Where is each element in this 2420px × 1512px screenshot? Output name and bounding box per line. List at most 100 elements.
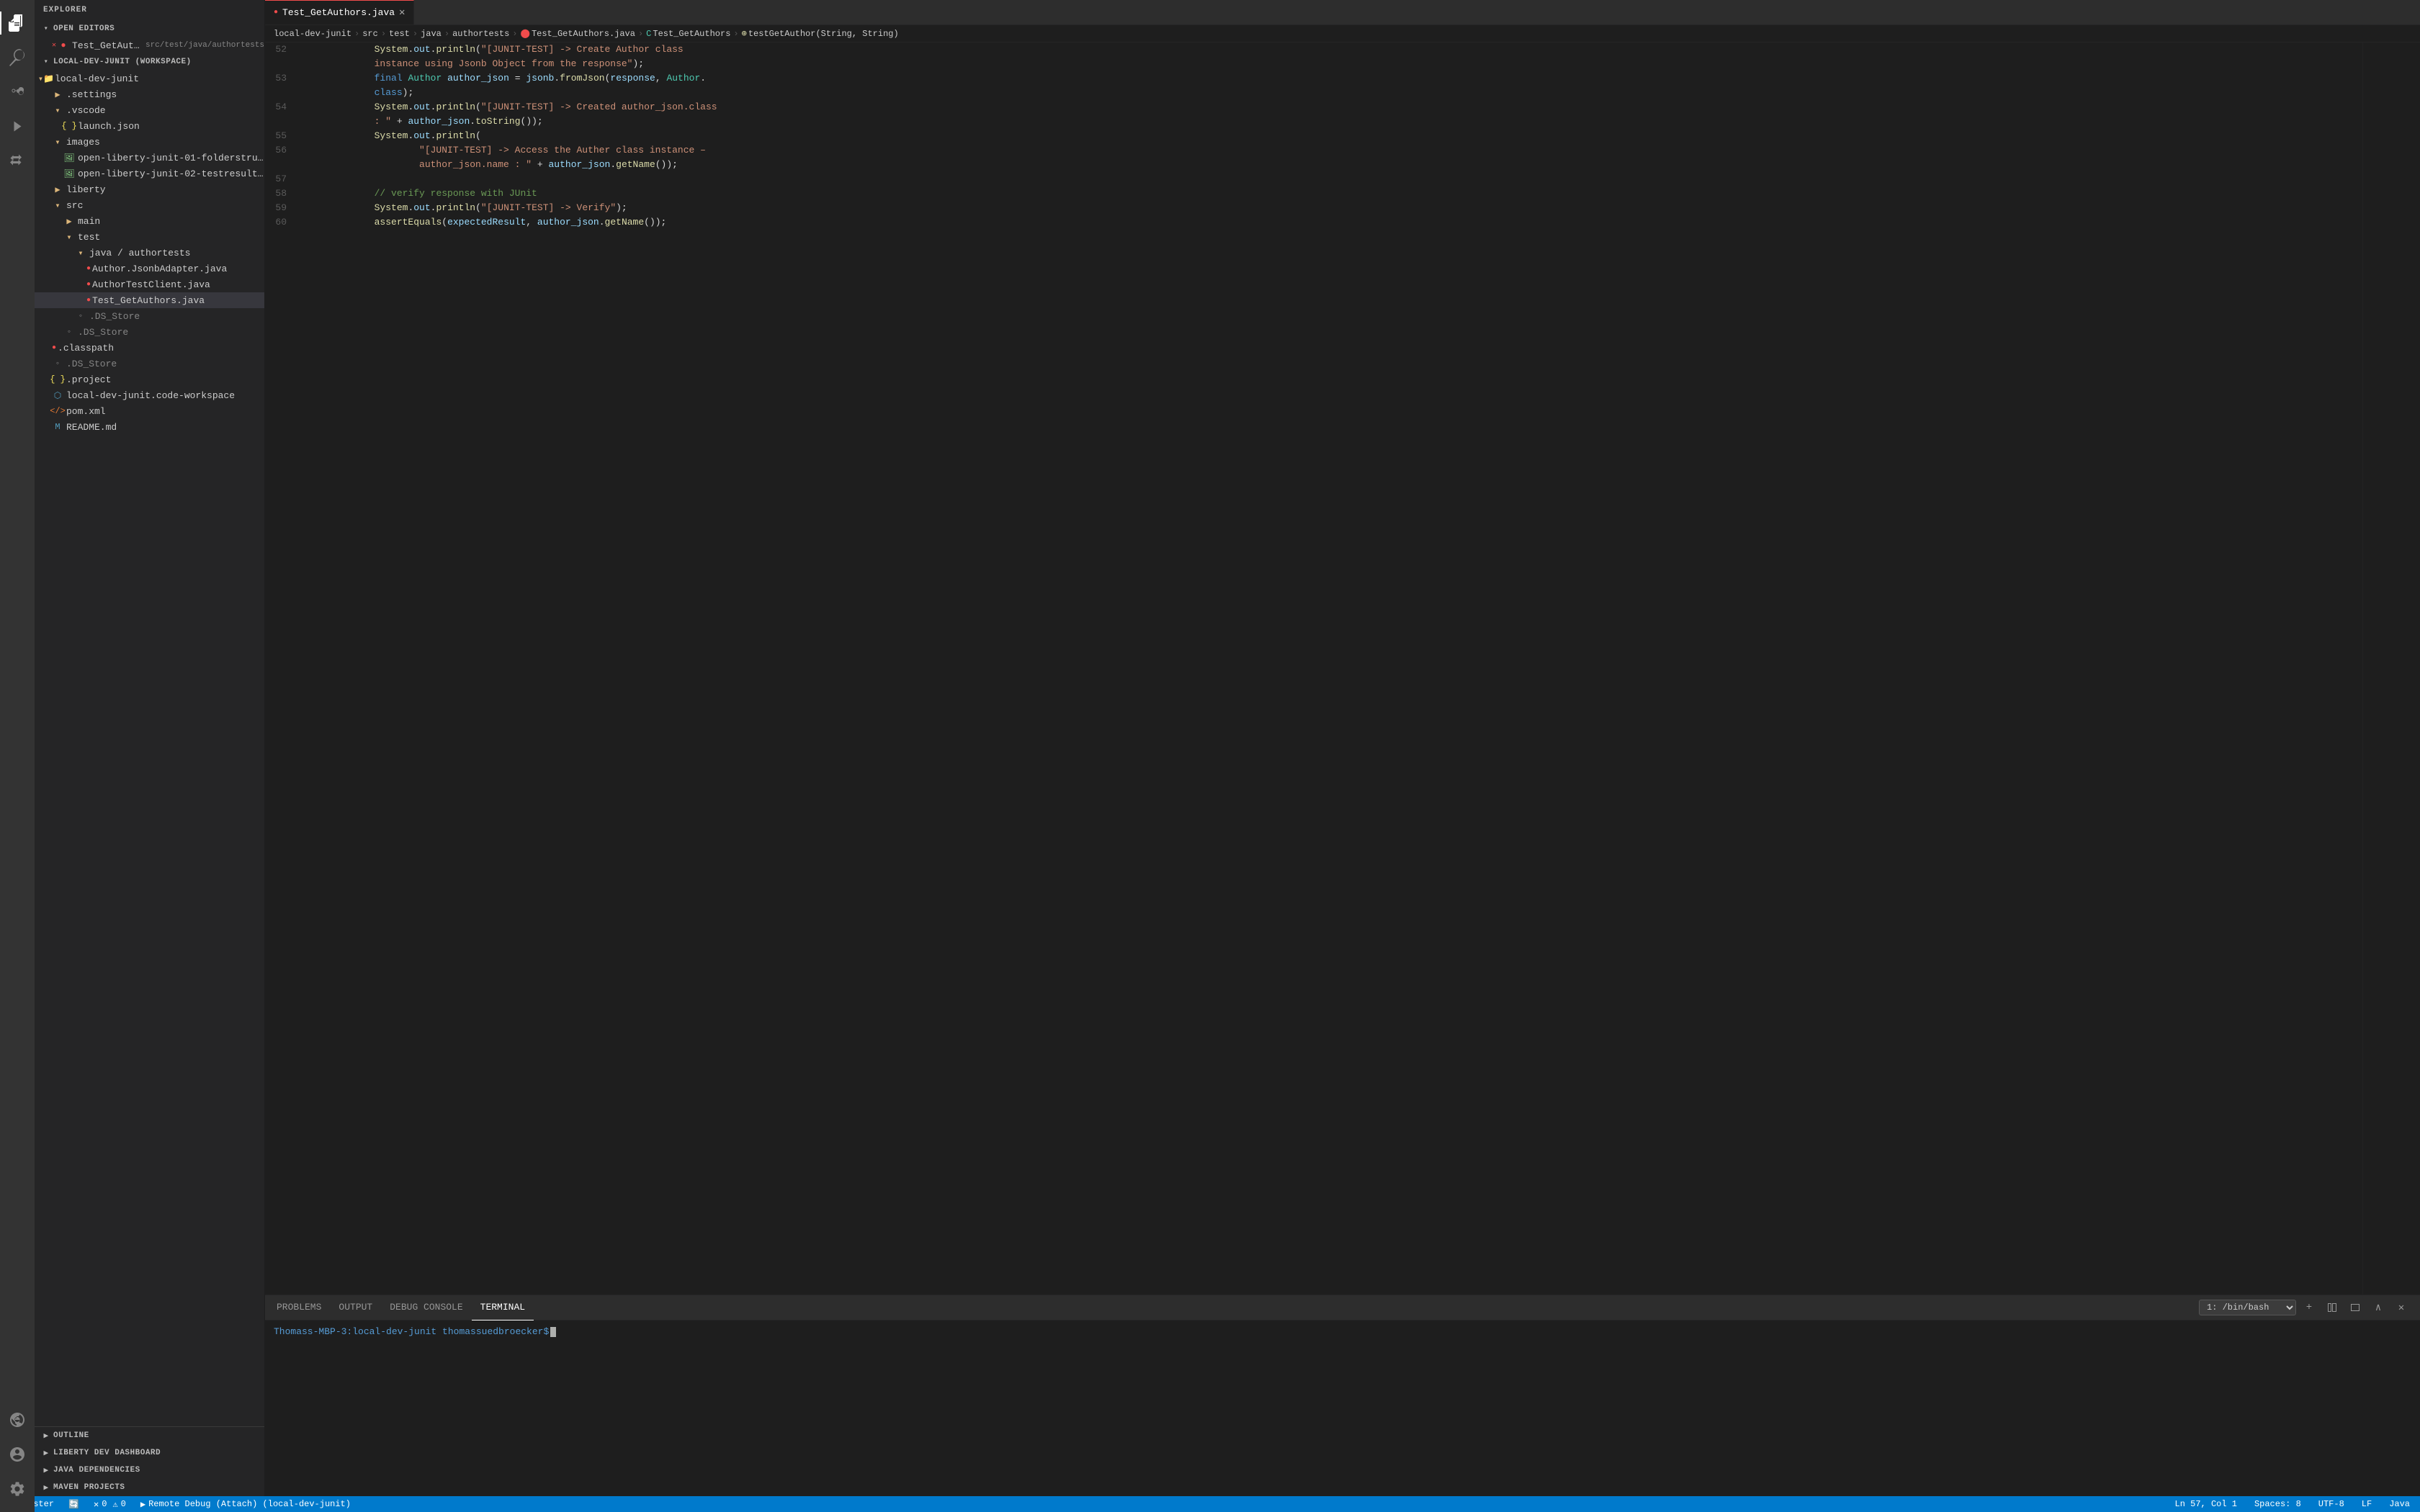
tree-item-readme[interactable]: M README.md (35, 419, 264, 435)
terminal-panel: PROBLEMS OUTPUT DEBUG CONSOLE TERMINAL 1… (265, 1295, 2420, 1496)
code-line-57 (307, 172, 2348, 186)
close-panel-button[interactable]: ✕ (2391, 1297, 2411, 1318)
activity-bar-source-control[interactable] (0, 75, 35, 109)
panel-tab-terminal-label: TERMINAL (480, 1302, 525, 1313)
tree-item-settings[interactable]: ▶ .settings (35, 86, 264, 102)
breadcrumb-part-6[interactable]: ⬤Test_GetAuthors.java (521, 28, 635, 39)
new-terminal-button[interactable]: + (2299, 1297, 2319, 1318)
tree-item-main[interactable]: ▶ main (35, 213, 264, 229)
error-dot: ● (52, 344, 56, 352)
terminal-content[interactable]: Thomass-MBP-3:local-dev-junit thomassued… (265, 1320, 2420, 1496)
tree-item-png2[interactable]: 🖼 open-liberty-junit-02-testresults.png (35, 166, 264, 181)
tab-close-button[interactable]: ✕ (399, 8, 405, 18)
code-line-56b: author_json.name : " + author_json.getNa… (307, 158, 2348, 172)
terminal-cursor (550, 1327, 556, 1337)
folder-open-icon: ▾ (52, 199, 63, 211)
breadcrumb-part-8[interactable]: ⊕testGetAuthor(String, String) (742, 28, 899, 39)
breadcrumb-part-7[interactable]: CTest_GetAuthors (646, 29, 730, 39)
status-position[interactable]: Ln 57, Col 1 (2171, 1496, 2241, 1512)
outline-label: OUTLINE (53, 1431, 89, 1440)
tree-item-launch-json[interactable]: { } launch.json (35, 118, 264, 134)
activity-bar-settings[interactable] (0, 1472, 35, 1506)
tree-item-liberty[interactable]: ▶ liberty (35, 181, 264, 197)
activity-bar-extensions[interactable] (0, 144, 35, 179)
panel-tab-terminal[interactable]: TERMINAL (472, 1295, 534, 1320)
status-errors[interactable]: ✕ 0 ⚠ 0 (89, 1496, 130, 1512)
tree-item-images[interactable]: ▾ images (35, 134, 264, 150)
maximize-panel-button[interactable]: ∧ (2368, 1297, 2388, 1318)
panel-tab-debug-console[interactable]: DEBUG CONSOLE (381, 1295, 471, 1320)
outline-panel-header[interactable]: ▶ OUTLINE (35, 1427, 264, 1444)
tree-item-ds-store-inner[interactable]: ◦ .DS_Store (35, 308, 264, 324)
line-numbers: 52 53 54 55 56 57 58 59 60 (265, 42, 301, 1295)
xml-icon: </> (52, 405, 63, 417)
open-editor-item[interactable]: ✕ ● Test_GetAuthors.java src/test/java/a… (35, 37, 264, 53)
activity-bar-remote[interactable] (0, 1403, 35, 1437)
tree-item-test-get-authors[interactable]: ● Test_GetAuthors.java (35, 292, 264, 308)
maven-projects-header[interactable]: ▶ MAVEN PROJECTS (35, 1479, 264, 1496)
status-line-ending[interactable]: LF (2357, 1496, 2376, 1512)
error-icon: ✕ (94, 1499, 99, 1510)
tree-item-ds-store-src[interactable]: ◦ .DS_Store (35, 324, 264, 340)
app-container: Explorer ▾ Open Editors ✕ ● Test_GetAuth… (35, 0, 2420, 1496)
breadcrumb-part-4[interactable]: java (421, 29, 442, 39)
status-sync[interactable]: 🔄 (64, 1496, 84, 1512)
terminal-shell-selector[interactable]: 1: /bin/bash (2199, 1300, 2296, 1315)
activity-bar-bottom (0, 1403, 35, 1512)
tab-test-get-authors[interactable]: ● Test_GetAuthors.java ✕ (265, 0, 414, 25)
open-editors-header[interactable]: ▾ Open Editors (35, 20, 264, 37)
tree-item-local-dev-junit[interactable]: ▾📁 local-dev-junit (35, 71, 264, 86)
breadcrumb-part-2[interactable]: src (362, 29, 378, 39)
split-terminal-button[interactable] (2322, 1297, 2342, 1318)
tree-item-ds-store-root[interactable]: ◦ .DS_Store (35, 356, 264, 372)
line-ending-label: LF (2362, 1499, 2372, 1509)
status-language[interactable]: Java (2385, 1496, 2414, 1512)
tree-item-code-workspace[interactable]: ⬡ local-dev-junit.code-workspace (35, 387, 264, 403)
kill-terminal-button[interactable] (2345, 1297, 2365, 1318)
panel-tab-problems[interactable]: PROBLEMS (268, 1295, 330, 1320)
png-icon: 🖼 (63, 168, 75, 179)
code-lines: System.out.println("[JUNIT-TEST] -> Crea… (301, 42, 2362, 1295)
tree-item-png1[interactable]: 🖼 open-liberty-junit-01-folderstructure.… (35, 150, 264, 166)
workspace-header[interactable]: ▾ LOCAL-DEV-JUNIT (WORKSPACE) (35, 53, 264, 71)
tree-item-test[interactable]: ▾ test (35, 229, 264, 245)
activity-bar-accounts[interactable] (0, 1437, 35, 1472)
tree-item-java-authortests[interactable]: ▾ java / authortests (35, 245, 264, 261)
breadcrumb-part-5[interactable]: authortests (452, 29, 509, 39)
code-line-55: System.out.println( (307, 129, 2348, 143)
breadcrumb: local-dev-junit › src › test › java › au… (265, 25, 2420, 42)
status-spaces[interactable]: Spaces: 8 (2250, 1496, 2305, 1512)
panel-tab-output[interactable]: OUTPUT (330, 1295, 381, 1320)
java-deps-chevron: ▶ (40, 1464, 52, 1476)
tree-item-classpath[interactable]: ● .classpath (35, 340, 264, 356)
tree-item-author-jsonb[interactable]: ● Author.JsonbAdapter.java (35, 261, 264, 276)
breadcrumb-method-icon: ⊕ (742, 29, 747, 39)
panel-tab-debug-label: DEBUG CONSOLE (390, 1302, 462, 1313)
code-line-54b: : " + author_json.toString()); (307, 114, 2348, 129)
folder-open-icon: ▾ (52, 104, 63, 116)
activity-bar-run[interactable] (0, 109, 35, 144)
liberty-dashboard-header[interactable]: ▶ LIBERTY DEV DASHBOARD (35, 1444, 264, 1462)
editor-main: ● Test_GetAuthors.java ✕ local-dev-junit… (265, 0, 2420, 1496)
open-editors-list: ✕ ● Test_GetAuthors.java src/test/java/a… (35, 37, 264, 53)
breadcrumb-part-1[interactable]: local-dev-junit (274, 29, 351, 39)
folder-open-icon: ▾ (75, 247, 86, 258)
breadcrumb-part-3[interactable]: test (389, 29, 410, 39)
java-deps-header[interactable]: ▶ JAVA DEPENDENCIES (35, 1462, 264, 1479)
tree-item-pom-xml[interactable]: </> pom.xml (35, 403, 264, 419)
folder-open-icon: ▾📁 (40, 73, 52, 84)
editor-content[interactable]: 52 53 54 55 56 57 58 59 60 (265, 42, 2420, 1295)
status-debug[interactable]: ▶ Remote Debug (Attach) (local-dev-junit… (136, 1496, 355, 1512)
tree-item-project[interactable]: { } .project (35, 372, 264, 387)
activity-bar (0, 0, 35, 1512)
open-editors-label: Open Editors (53, 24, 115, 33)
status-bar: ⎇ master 🔄 ✕ 0 ⚠ 0 ▶ Remote Debug (Attac… (0, 1496, 2420, 1512)
maven-projects-label: MAVEN PROJECTS (53, 1483, 125, 1492)
activity-bar-explorer[interactable] (0, 6, 35, 40)
tree-item-vscode[interactable]: ▾ .vscode (35, 102, 264, 118)
status-bar-left: ⎇ master 🔄 ✕ 0 ⚠ 0 ▶ Remote Debug (Attac… (6, 1496, 355, 1512)
tree-item-src[interactable]: ▾ src (35, 197, 264, 213)
activity-bar-search[interactable] (0, 40, 35, 75)
tree-item-author-test-client[interactable]: ● AuthorTestClient.java (35, 276, 264, 292)
status-encoding[interactable]: UTF-8 (2314, 1496, 2349, 1512)
